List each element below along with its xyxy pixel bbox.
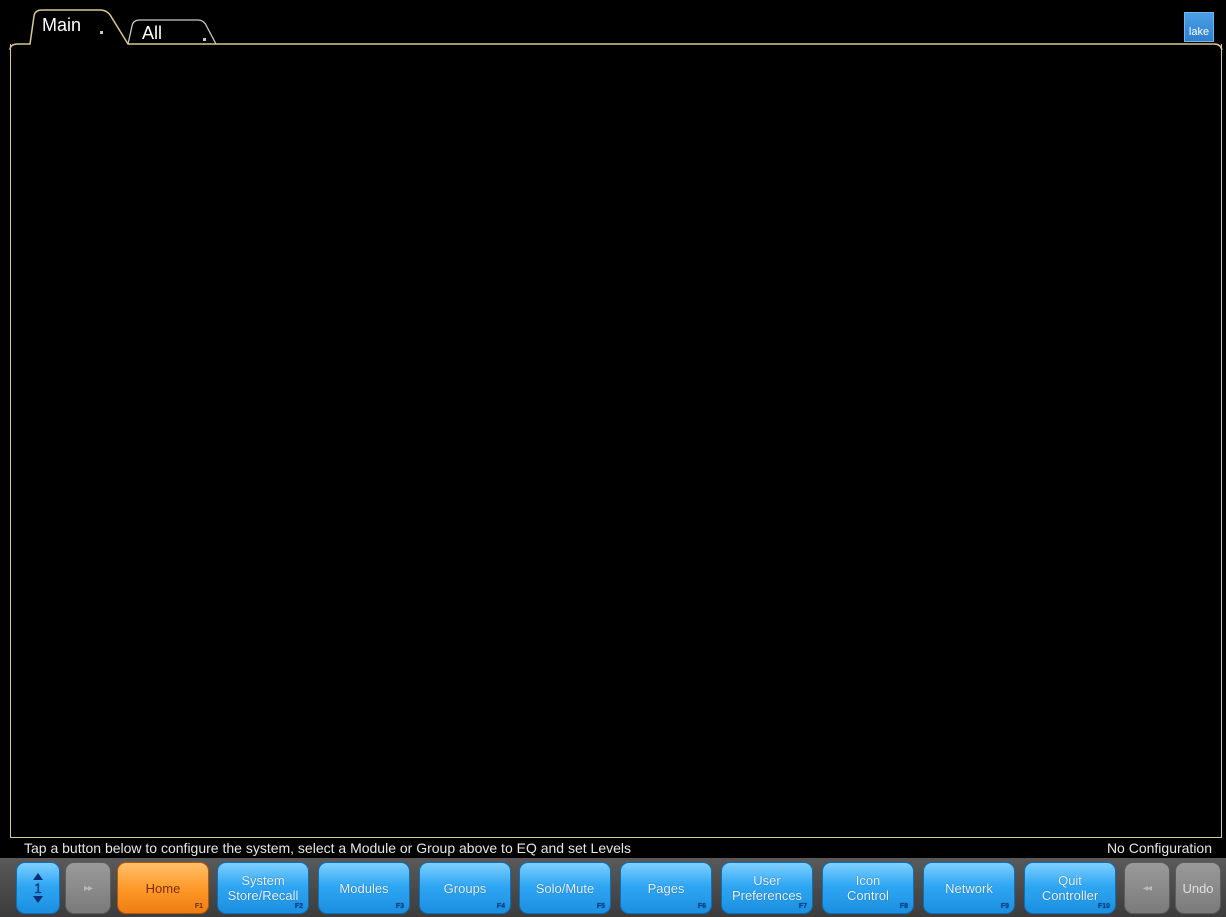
quit-controller-line1: Quit <box>1058 873 1082 888</box>
f8-key-label: F8 <box>899 903 908 910</box>
tab-all-indicator <box>203 38 206 41</box>
page-selector-button[interactable]: 1 <box>16 862 60 914</box>
page-number: 1 <box>34 880 42 896</box>
f10-key-label: F10 <box>1097 903 1110 910</box>
groups-button-label: Groups <box>443 880 487 896</box>
f7-key-label: F7 <box>798 903 807 910</box>
system-button-line1: System <box>241 873 285 888</box>
home-button-label: Home <box>145 880 181 896</box>
arrow-up-icon[interactable] <box>33 873 43 880</box>
pages-button-label: Pages <box>647 880 685 896</box>
icon-control-line1: Icon <box>855 873 881 888</box>
forward-icon: ▸▸ <box>83 882 93 894</box>
solo-mute-button[interactable]: Solo/Mute F5 <box>519 862 611 914</box>
solo-mute-button-label: Solo/Mute <box>535 880 595 896</box>
tab-main-indicator <box>100 31 103 34</box>
lake-logo: lake <box>1184 12 1214 42</box>
arrow-down-icon[interactable] <box>33 896 43 903</box>
main-canvas[interactable] <box>10 44 1222 838</box>
user-preferences-line1: User <box>753 873 781 888</box>
icon-control-line2: Control <box>847 888 889 903</box>
logo-text: lake <box>1188 26 1210 38</box>
status-bar: Tap a button below to configure the syst… <box>10 838 1222 858</box>
tab-main[interactable]: Main <box>42 15 81 35</box>
f3-key-label: F3 <box>395 903 404 910</box>
forward-button[interactable]: ▸▸ <box>65 862 111 914</box>
quit-controller-button[interactable]: Quit Controller F10 <box>1024 862 1116 914</box>
f6-key-label: F6 <box>697 903 706 910</box>
bottom-toolbar: 1 ▸▸ Home F1 System Store/Recall F2 Modu… <box>0 858 1226 917</box>
user-preferences-line2: Preferences <box>731 888 803 903</box>
icon-control-button[interactable]: Icon Control F8 <box>822 862 914 914</box>
quit-controller-line2: Controller <box>1041 888 1099 903</box>
tab-strip: Main All lake <box>0 0 1226 50</box>
groups-button[interactable]: Groups F4 <box>419 862 511 914</box>
network-button[interactable]: Network F9 <box>923 862 1015 914</box>
system-button-line2: Store/Recall <box>227 888 299 903</box>
modules-button-label: Modules <box>339 880 389 896</box>
back-icon: ◂◂ <box>1142 882 1152 894</box>
modules-button[interactable]: Modules F3 <box>318 862 410 914</box>
pages-button[interactable]: Pages F6 <box>620 862 712 914</box>
configuration-status: No Configuration <box>1106 840 1212 856</box>
f5-key-label: F5 <box>596 903 605 910</box>
f1-key-label: F1 <box>194 903 203 910</box>
system-store-recall-button[interactable]: System Store/Recall F2 <box>217 862 309 914</box>
f9-key-label: F9 <box>1000 903 1009 910</box>
home-button[interactable]: Home F1 <box>117 862 209 914</box>
undo-button[interactable]: Undo <box>1175 862 1221 914</box>
f4-key-label: F4 <box>496 903 505 910</box>
f2-key-label: F2 <box>294 903 303 910</box>
back-button[interactable]: ◂◂ <box>1124 862 1170 914</box>
tab-outline <box>9 9 1223 50</box>
tab-all[interactable]: All <box>142 23 162 43</box>
user-preferences-button[interactable]: User Preferences F7 <box>721 862 813 914</box>
undo-button-label: Undo <box>1182 880 1214 896</box>
network-button-label: Network <box>945 880 993 896</box>
status-hint: Tap a button below to configure the syst… <box>24 840 632 856</box>
